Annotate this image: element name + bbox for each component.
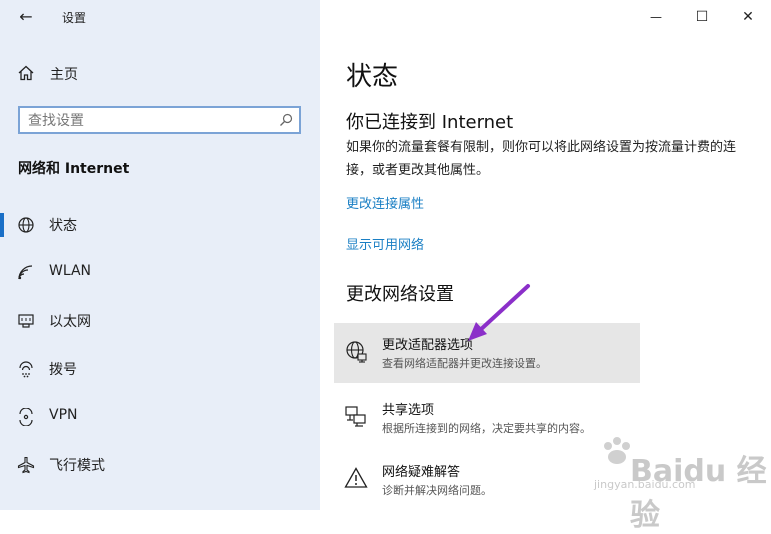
option-description: 诊断并解决网络问题。 xyxy=(382,484,492,497)
sidebar-item-vpn[interactable]: VPN xyxy=(0,397,320,437)
sidebar-item-label: 拨号 xyxy=(49,362,77,378)
sidebar-item-label: WLAN xyxy=(49,263,92,279)
airplane-icon xyxy=(17,456,35,474)
home-link[interactable]: 主页 xyxy=(50,64,78,84)
connection-description: 如果你的流量套餐有限制，则你可以将此网络设置为按流量计费的连接，或者更改其他属性… xyxy=(346,140,737,178)
sidebar-item-label: 飞行模式 xyxy=(49,458,105,474)
maximize-button[interactable]: ☐ xyxy=(679,0,725,34)
option-title: 网络疑难解答 xyxy=(382,465,461,480)
back-arrow-icon: ← xyxy=(19,7,33,26)
sidebar: ← 设置 主页 网络和 Internet 状态 WLAN xyxy=(0,0,320,510)
sidebar-item-dialup[interactable]: 拨号 xyxy=(0,349,320,389)
change-connection-properties-link[interactable]: 更改连接属性 xyxy=(346,193,424,212)
connection-heading: 你已连接到 Internet xyxy=(346,112,514,133)
minimize-button[interactable]: — xyxy=(633,0,679,34)
sidebar-item-label: 状态 xyxy=(49,218,77,234)
option-title: 更改适配器选项 xyxy=(382,338,474,353)
ethernet-icon xyxy=(18,314,34,328)
wifi-icon xyxy=(18,265,33,280)
sidebar-item-airplane-mode[interactable]: 飞行模式 xyxy=(0,445,320,485)
sidebar-item-wlan[interactable]: WLAN xyxy=(0,253,320,293)
dialup-icon xyxy=(19,361,33,378)
option-description: 查看网络适配器并更改连接设置。 xyxy=(382,357,547,370)
section-title: 网络和 Internet xyxy=(18,161,130,177)
sidebar-item-status[interactable]: 状态 xyxy=(0,205,320,245)
globe-icon xyxy=(18,217,34,233)
home-icon[interactable] xyxy=(17,64,35,82)
sidebar-item-label: 以太网 xyxy=(49,314,91,330)
show-available-networks-link[interactable]: 显示可用网络 xyxy=(346,234,424,253)
option-description: 根据所连接到的网络，决定要共享的内容。 xyxy=(382,422,591,435)
warning-icon xyxy=(344,467,368,488)
sharing-icon xyxy=(345,406,366,427)
page-title: 状态 xyxy=(346,62,399,92)
change-network-settings-heading: 更改网络设置 xyxy=(346,284,454,305)
search-icon[interactable] xyxy=(279,113,293,127)
adapter-globe-icon xyxy=(346,341,367,363)
search-box[interactable] xyxy=(18,106,301,134)
sidebar-item-label: VPN xyxy=(49,407,78,423)
watermark-url: jingyan.baidu.com xyxy=(594,478,696,491)
sidebar-item-ethernet[interactable]: 以太网 xyxy=(0,301,320,341)
close-button[interactable]: ✕ xyxy=(725,0,771,34)
app-title: 设置 xyxy=(62,11,87,25)
search-input[interactable] xyxy=(26,111,280,131)
vpn-icon xyxy=(19,408,33,426)
change-adapter-options[interactable]: 更改适配器选项 查看网络适配器并更改连接设置。 xyxy=(334,323,640,383)
back-button[interactable]: ← xyxy=(14,6,38,30)
option-title: 共享选项 xyxy=(382,403,435,418)
